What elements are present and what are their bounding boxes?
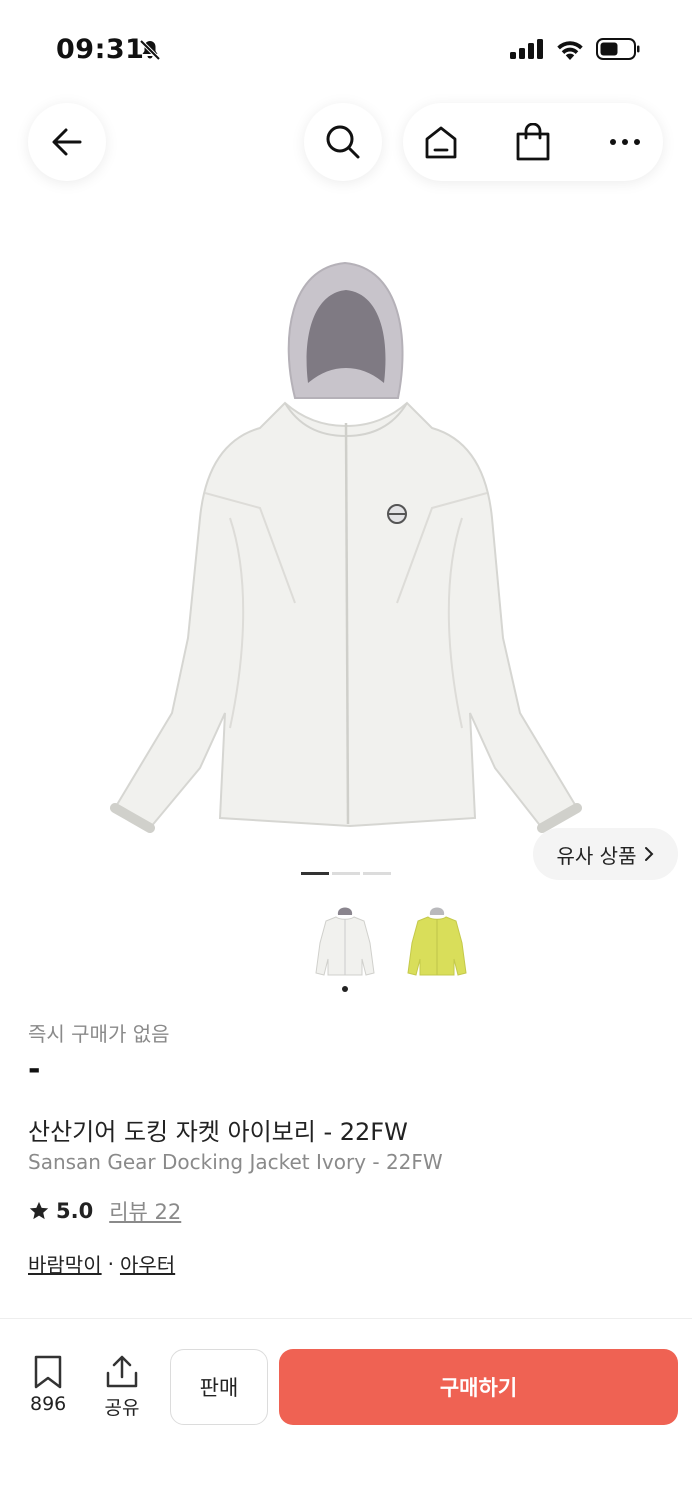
- star-icon: [29, 1201, 49, 1220]
- shop-button[interactable]: [501, 103, 565, 181]
- bookmark-count: 896: [30, 1393, 67, 1415]
- share-button[interactable]: 공유: [104, 1355, 140, 1420]
- rating-score: 5.0: [56, 1199, 94, 1223]
- category-breadcrumb: 바람막이 · 아우터: [28, 1249, 175, 1278]
- back-button[interactable]: [28, 103, 106, 181]
- wifi-icon: [557, 40, 583, 60]
- signal-icon: [510, 39, 543, 59]
- bookmark-button[interactable]: 896: [30, 1355, 66, 1415]
- bell-muted-icon: [138, 38, 162, 62]
- product-title-en: Sansan Gear Docking Jacket Ivory - 22FW: [28, 1150, 443, 1174]
- sell-button[interactable]: 판매: [170, 1349, 268, 1425]
- thumbnail-ivory[interactable]: [310, 900, 380, 980]
- product-image[interactable]: [110, 258, 582, 833]
- instant-buy-label: 즉시 구매가 없음: [28, 1022, 170, 1046]
- price-value: -: [28, 1052, 41, 1087]
- selected-thumbnail-indicator: [342, 986, 348, 992]
- bookmark-icon: [34, 1355, 62, 1389]
- rating-row: 5.0 리뷰 22: [28, 1196, 181, 1226]
- home-icon: [425, 126, 457, 159]
- status-indicators: [510, 38, 640, 60]
- category-link-outer[interactable]: 아우터: [120, 1249, 175, 1278]
- search-icon: [326, 125, 360, 159]
- more-button[interactable]: [593, 103, 657, 181]
- color-thumbnails: [310, 900, 472, 980]
- similar-products-label: 유사 상품: [556, 843, 637, 868]
- buy-button[interactable]: 구매하기: [279, 1349, 678, 1425]
- shopping-bag-icon: [516, 123, 550, 161]
- chevron-right-icon: [645, 847, 654, 861]
- thumbnail-yellow[interactable]: [402, 900, 472, 980]
- share-label: 공유: [104, 1397, 140, 1419]
- share-icon: [106, 1355, 138, 1388]
- product-title-ko: 산산기어 도킹 자켓 아이보리 - 22FW: [28, 1118, 408, 1146]
- slide-dot: [363, 872, 391, 875]
- header-action-group: [403, 103, 663, 181]
- review-link[interactable]: 리뷰 22: [109, 1196, 181, 1226]
- divider: [0, 1318, 692, 1319]
- status-time: 09:31: [56, 34, 145, 65]
- home-button[interactable]: [409, 103, 473, 181]
- battery-icon: [596, 38, 640, 60]
- arrow-left-icon: [52, 128, 82, 156]
- slide-indicator: [301, 872, 391, 875]
- slide-dot: [301, 872, 329, 875]
- category-separator: ·: [107, 1251, 114, 1276]
- search-button[interactable]: [304, 103, 382, 181]
- category-link-windbreaker[interactable]: 바람막이: [28, 1249, 102, 1278]
- similar-products-button[interactable]: 유사 상품: [533, 828, 678, 880]
- more-dots-icon: [610, 139, 640, 145]
- slide-dot: [332, 872, 360, 875]
